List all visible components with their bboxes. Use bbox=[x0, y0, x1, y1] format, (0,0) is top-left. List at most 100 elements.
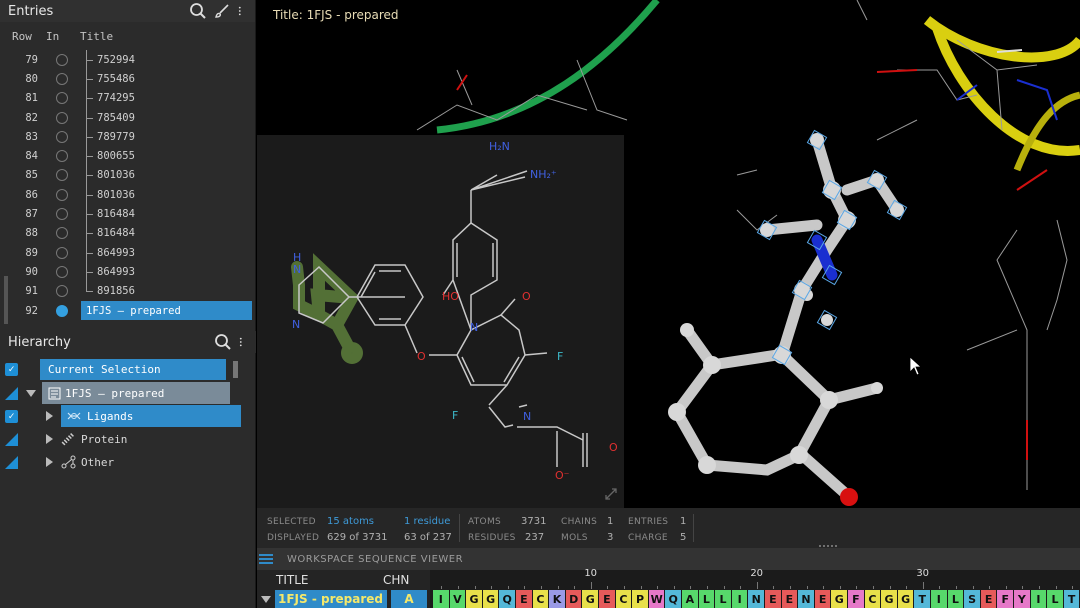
table-row[interactable]: 80 755486 bbox=[0, 69, 255, 89]
residue-cell[interactable]: E bbox=[516, 590, 532, 608]
residue-cell[interactable]: S bbox=[964, 590, 980, 608]
residue-cell[interactable]: I bbox=[433, 590, 449, 608]
table-row[interactable]: 84 800655 bbox=[0, 146, 255, 167]
table-row[interactable]: 82 785409 bbox=[0, 107, 255, 128]
brush-icon[interactable] bbox=[213, 2, 231, 20]
residue-cell[interactable]: P bbox=[632, 590, 648, 608]
table-row[interactable]: 88 816484 bbox=[0, 223, 255, 244]
include-toggle-icon[interactable] bbox=[56, 304, 68, 317]
search-icon[interactable] bbox=[214, 333, 232, 351]
col-row[interactable]: Row bbox=[0, 30, 44, 43]
residue-cell[interactable]: L bbox=[715, 590, 731, 608]
residue-cell[interactable]: Y bbox=[1014, 590, 1030, 608]
check-icon[interactable]: ✓ bbox=[5, 409, 18, 423]
entries-scrollbar[interactable] bbox=[4, 276, 8, 324]
chevron-down-icon[interactable] bbox=[261, 595, 271, 603]
selected-atoms[interactable]: 15 atoms bbox=[327, 516, 374, 527]
residue-cell[interactable]: G bbox=[582, 590, 599, 608]
table-row[interactable]: 92 1FJS – prepared bbox=[0, 300, 255, 321]
table-row[interactable]: 89 864993 bbox=[0, 242, 255, 263]
residue-cell[interactable]: T bbox=[914, 590, 931, 608]
residue-cell[interactable]: G bbox=[466, 590, 482, 608]
include-toggle-icon[interactable] bbox=[56, 53, 68, 66]
residue-cell[interactable]: E bbox=[765, 590, 781, 608]
more-vert-icon[interactable] bbox=[237, 2, 247, 20]
table-row[interactable]: 79 752994 bbox=[0, 50, 255, 70]
residue-cell[interactable]: N bbox=[798, 590, 814, 608]
hierarchy-ligands-row[interactable]: ✓ Ligands bbox=[0, 405, 256, 427]
sequence-chain[interactable]: A bbox=[391, 590, 427, 608]
include-toggle-icon[interactable] bbox=[56, 285, 68, 298]
check-icon[interactable]: ✓ bbox=[5, 362, 18, 376]
table-row[interactable]: 86 801036 bbox=[0, 185, 255, 205]
col-in[interactable]: In bbox=[44, 30, 80, 43]
residue-cell[interactable]: G bbox=[482, 590, 499, 608]
ligand-2d-overlay[interactable]: H₂N NH₂⁺ HO O O N F F N O O⁻ H N N bbox=[257, 135, 624, 508]
hierarchy-entry-row[interactable]: 1FJS – prepared bbox=[0, 382, 256, 404]
residue-cell[interactable]: G bbox=[831, 590, 848, 608]
chevron-right-icon[interactable] bbox=[46, 457, 53, 467]
sequence-entry-title[interactable]: 1FJS - prepared bbox=[275, 590, 387, 608]
residue-cell[interactable]: N bbox=[748, 590, 765, 608]
table-row[interactable]: 81 774295 bbox=[0, 88, 255, 109]
include-toggle-icon[interactable] bbox=[56, 265, 68, 278]
entry-label-box[interactable]: 1FJS – prepared bbox=[42, 382, 230, 404]
residue-cell[interactable]: E bbox=[980, 590, 997, 608]
include-toggle-icon[interactable] bbox=[56, 208, 68, 221]
chevron-right-icon[interactable] bbox=[46, 411, 53, 421]
search-icon[interactable] bbox=[189, 2, 207, 20]
residue-cell[interactable]: F bbox=[997, 590, 1014, 608]
table-row[interactable]: 85 801036 bbox=[0, 165, 255, 186]
current-selection-label[interactable]: Current Selection bbox=[40, 358, 226, 380]
table-row[interactable]: 83 789779 bbox=[0, 127, 255, 147]
residue-cell[interactable]: L bbox=[698, 590, 715, 608]
residue-cell[interactable]: C bbox=[532, 590, 549, 608]
residue-cell[interactable]: E bbox=[814, 590, 831, 608]
partial-visible-icon[interactable] bbox=[5, 455, 18, 469]
residue-cell[interactable]: I bbox=[1030, 590, 1047, 608]
residue-cell[interactable]: W bbox=[648, 590, 665, 608]
more-vert-icon[interactable] bbox=[238, 333, 248, 351]
include-toggle-icon[interactable] bbox=[56, 246, 68, 259]
include-toggle-icon[interactable] bbox=[56, 188, 68, 201]
include-toggle-icon[interactable] bbox=[56, 130, 68, 143]
residue-cell[interactable]: I bbox=[931, 590, 947, 608]
menu-icon[interactable] bbox=[259, 553, 273, 565]
chevron-down-icon[interactable] bbox=[26, 389, 36, 397]
include-toggle-icon[interactable] bbox=[56, 72, 68, 85]
residue-cell[interactable]: T bbox=[1063, 590, 1080, 608]
hierarchy-current-selection[interactable]: ✓ Current Selection bbox=[0, 358, 256, 380]
row-title[interactable]: 1FJS – prepared bbox=[81, 300, 252, 321]
residue-cell[interactable]: I bbox=[731, 590, 748, 608]
partial-visible-icon[interactable] bbox=[5, 386, 18, 400]
residue-cell[interactable]: G bbox=[881, 590, 897, 608]
ligands-label-box[interactable]: Ligands bbox=[61, 405, 241, 427]
residue-cell[interactable]: L bbox=[947, 590, 964, 608]
include-toggle-icon[interactable] bbox=[56, 111, 68, 124]
residue-cell[interactable]: D bbox=[565, 590, 582, 608]
residue-cell[interactable]: L bbox=[1047, 590, 1063, 608]
include-toggle-icon[interactable] bbox=[56, 92, 68, 105]
selected-residues[interactable]: 1 residue bbox=[404, 516, 450, 527]
hierarchy-other-row[interactable]: Other bbox=[0, 451, 256, 473]
residue-cell[interactable]: C bbox=[864, 590, 881, 608]
residue-cell[interactable]: K bbox=[549, 590, 565, 608]
sequence-row-label[interactable]: 1FJS - prepared A bbox=[257, 590, 430, 608]
residue-cell[interactable]: Q bbox=[665, 590, 682, 608]
resize-icon[interactable] bbox=[603, 486, 619, 502]
chevron-right-icon[interactable] bbox=[46, 434, 53, 444]
include-toggle-icon[interactable] bbox=[56, 150, 68, 163]
include-toggle-icon[interactable] bbox=[56, 227, 68, 240]
residue-cell[interactable]: C bbox=[615, 590, 632, 608]
include-toggle-icon[interactable] bbox=[56, 169, 68, 182]
table-row[interactable]: 90 864993 bbox=[0, 262, 255, 282]
3d-viewport[interactable]: Title: 1FJS - prepared H₂N NH₂⁺ HO O O N… bbox=[257, 0, 1080, 508]
residue-cell[interactable]: F bbox=[848, 590, 864, 608]
residue-cell[interactable]: Q bbox=[499, 590, 516, 608]
residue-cell[interactable]: E bbox=[781, 590, 798, 608]
col-title[interactable]: Title bbox=[80, 30, 113, 43]
table-row[interactable]: 87 816484 bbox=[0, 204, 255, 224]
hierarchy-scrollbar[interactable] bbox=[233, 360, 238, 378]
residue-cell[interactable]: G bbox=[897, 590, 914, 608]
table-row[interactable]: 91 891856 bbox=[0, 281, 255, 301]
